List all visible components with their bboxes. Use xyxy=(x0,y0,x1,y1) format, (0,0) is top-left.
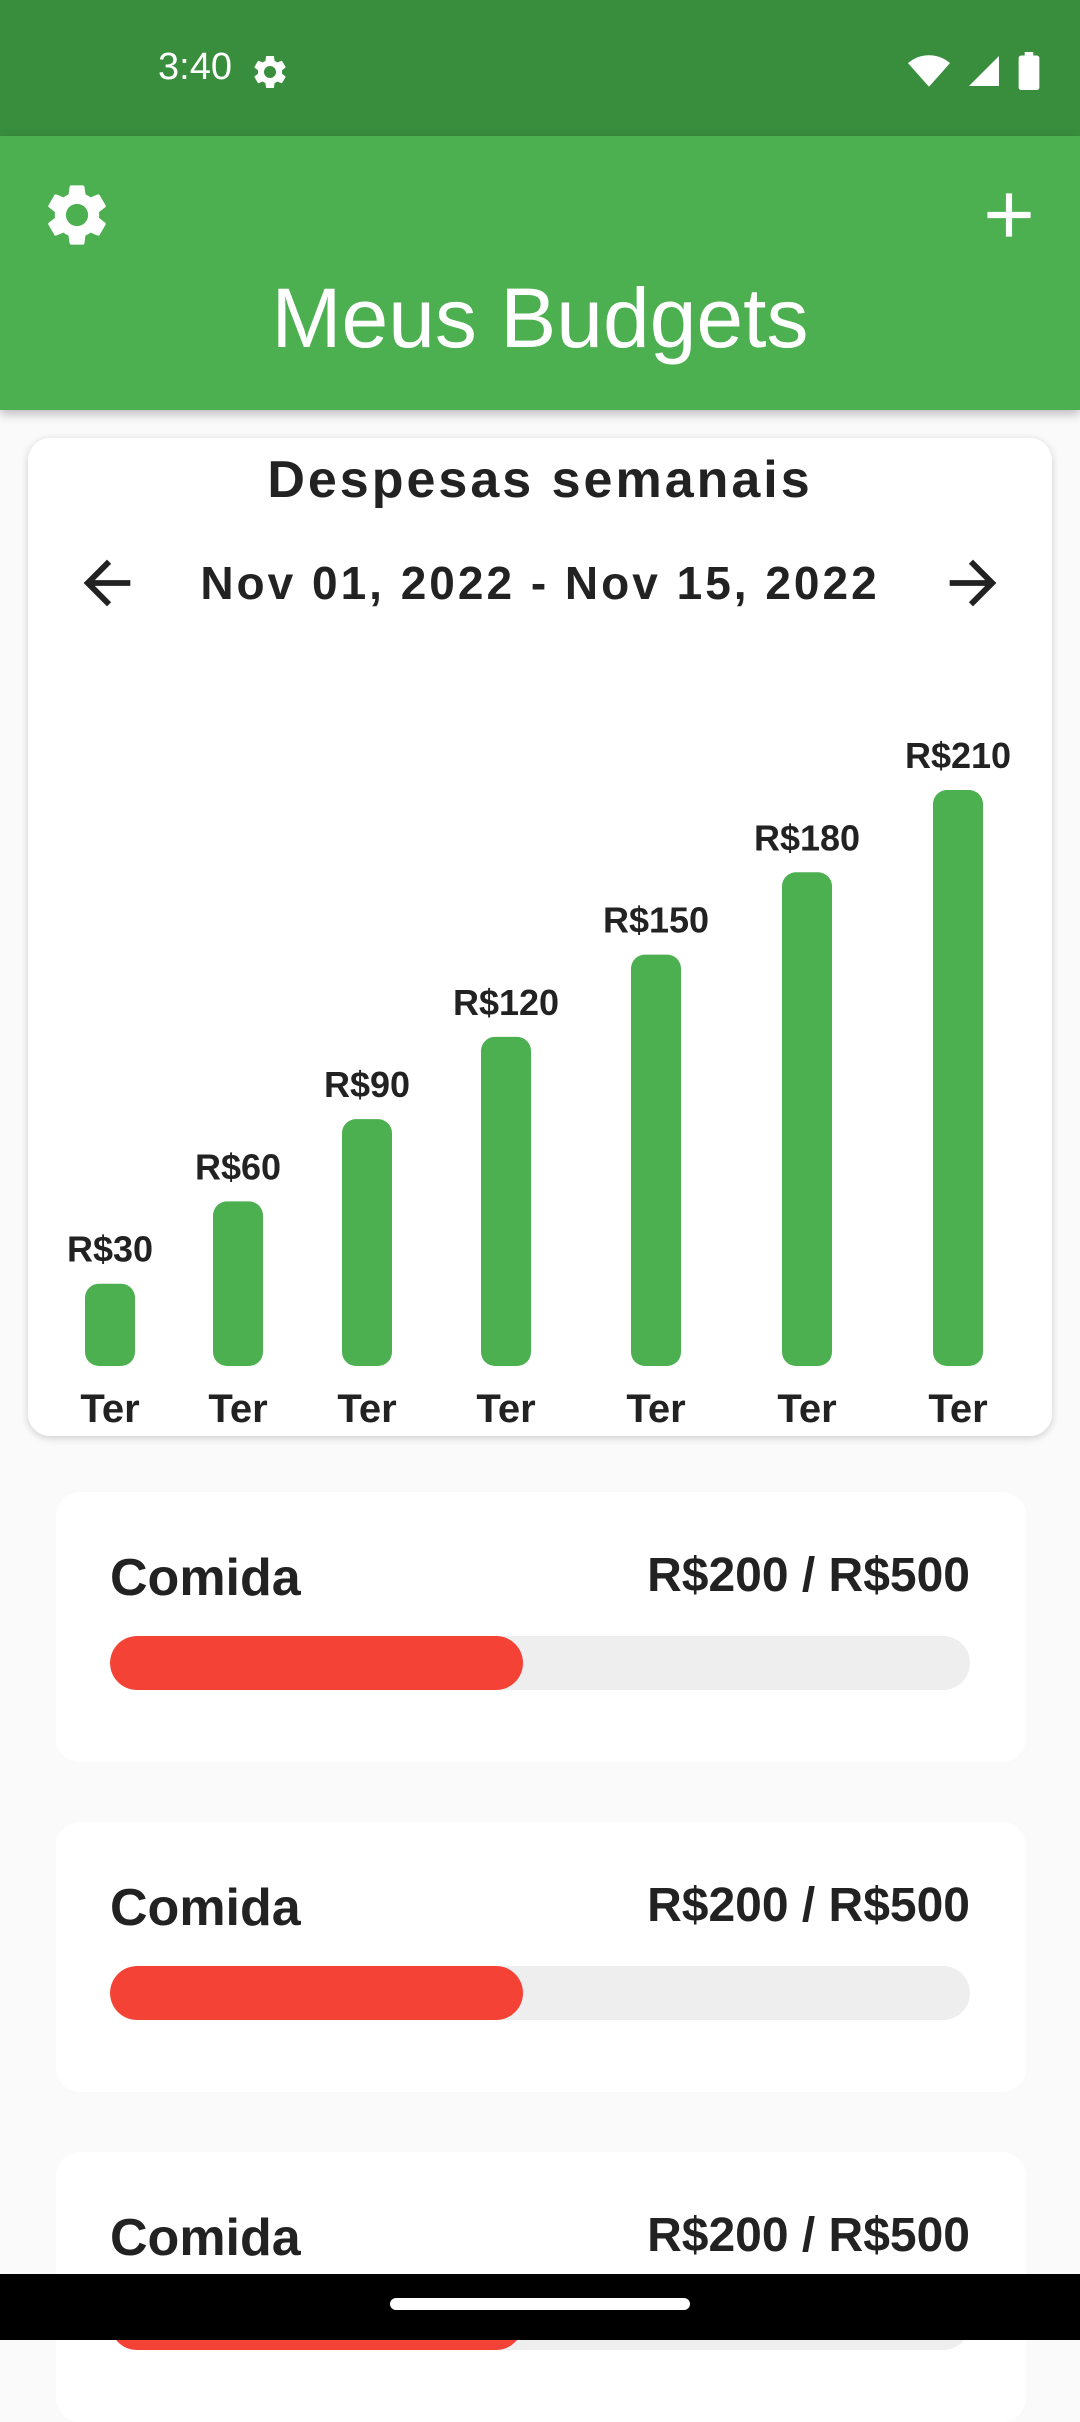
budget-name: Comida xyxy=(110,2209,301,2267)
battery-icon xyxy=(1018,52,1040,90)
chart-value-label: R$210 xyxy=(905,735,1011,776)
arrow-right-icon[interactable] xyxy=(938,548,1008,618)
chart-category-label: Ter xyxy=(928,1387,987,1431)
status-bar: 3:40 xyxy=(0,0,1080,136)
chart-bar xyxy=(213,1201,263,1366)
chart-category-label: Ter xyxy=(208,1387,267,1431)
budget-amount: R$200 / R$500 xyxy=(647,2209,970,2262)
budget-name: Comida xyxy=(110,1879,301,1937)
chart-value-label: R$60 xyxy=(195,1146,281,1187)
budget-progress-fill xyxy=(110,1636,523,1690)
cell-signal-icon xyxy=(969,56,999,86)
weekly-expenses-card: R$30 Ter R$60 Ter R$90 Ter R$120 Ter R$150 Ter R$1… xyxy=(28,438,1052,1436)
chart-category-label: Ter xyxy=(777,1387,836,1431)
chart-bar xyxy=(631,954,681,1366)
chart-category-label: Ter xyxy=(80,1387,139,1431)
budget-card[interactable]: Comida R$200 / R$500 xyxy=(56,1492,1026,1762)
app-bar: Meus Budgets xyxy=(0,136,1080,410)
chart-bar xyxy=(85,1283,135,1366)
chart-bar xyxy=(342,1119,392,1366)
budget-name: Comida xyxy=(110,1549,301,1607)
chart-value-label: R$90 xyxy=(324,1064,410,1105)
home-gesture-handle[interactable] xyxy=(390,2298,690,2310)
wifi-icon xyxy=(908,55,950,87)
chart-category-label: Ter xyxy=(337,1387,396,1431)
chart-value-label: R$30 xyxy=(67,1229,153,1270)
chart-category-label: Ter xyxy=(626,1387,685,1431)
add-icon[interactable] xyxy=(972,178,1046,252)
system-nav-bar xyxy=(0,2274,1080,2340)
budget-amount: R$200 / R$500 xyxy=(647,1549,970,1602)
date-range: Nov 01, 2022 - Nov 15, 2022 xyxy=(200,557,880,609)
chart-bar xyxy=(782,872,832,1366)
chart-bar xyxy=(933,790,983,1366)
budget-progress-track xyxy=(110,1966,970,2020)
chart-value-label: R$120 xyxy=(453,982,559,1023)
status-icons xyxy=(908,52,1040,90)
chart-value-label: R$150 xyxy=(603,900,709,941)
settings-gear-icon xyxy=(254,55,286,88)
budget-progress-track xyxy=(110,1636,970,1690)
settings-icon[interactable] xyxy=(40,178,114,252)
chart-category-label: Ter xyxy=(476,1387,535,1431)
chart-value-label: R$180 xyxy=(754,817,860,858)
status-time: 3:40 xyxy=(158,46,232,88)
page-title: Meus Budgets xyxy=(271,271,809,365)
budget-amount: R$200 / R$500 xyxy=(647,1879,970,1932)
budget-card[interactable]: Comida R$200 / R$500 xyxy=(56,1822,1026,2092)
chart-title: Despesas semanais xyxy=(267,451,813,509)
budget-progress-fill xyxy=(110,1966,523,2020)
chart-bar xyxy=(481,1036,531,1366)
